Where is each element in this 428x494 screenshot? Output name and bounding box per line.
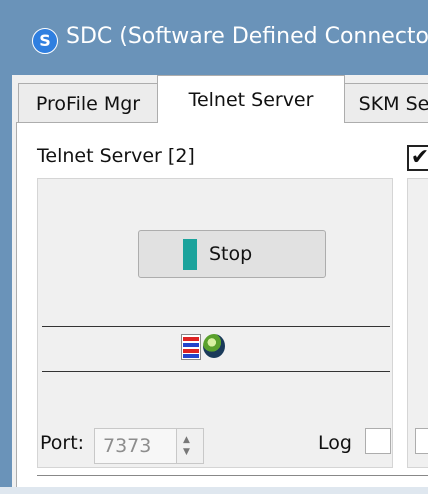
stop-button-label: Stop [209, 243, 253, 265]
secondary-group [407, 178, 428, 468]
divider-top [42, 326, 390, 327]
log-label: Log [318, 432, 352, 454]
telnet-server-group [37, 178, 393, 468]
enable-checkbox[interactable]: ✔ [407, 145, 428, 171]
title-bar[interactable]: S SDC (Software Defined Connector [0, 0, 428, 75]
spinner-down-icon[interactable]: ▼ [183, 447, 190, 457]
port-spinner[interactable]: ▲ ▼ [176, 429, 203, 463]
app-logo-icon: S [32, 28, 58, 54]
secondary-checkbox[interactable] [415, 428, 428, 454]
bottom-divider [37, 475, 428, 476]
network-flag-icon [181, 334, 201, 360]
tab-telnet-server[interactable]: Telnet Server [157, 75, 345, 123]
running-indicator-icon [183, 239, 197, 270]
tab-profile-mgr[interactable]: ProFile Mgr [18, 83, 158, 123]
window-title: SDC (Software Defined Connector [66, 24, 428, 49]
globe-icon [203, 334, 225, 358]
tab-skm-server[interactable]: SKM Se [344, 83, 428, 123]
divider-bottom [42, 371, 390, 372]
port-label: Port: [40, 432, 85, 454]
app-window: S SDC (Software Defined Connector ProFil… [0, 0, 428, 494]
window-frame-bottom [0, 487, 428, 494]
log-checkbox[interactable] [365, 428, 391, 454]
stop-button[interactable]: Stop [138, 230, 326, 278]
telnet-server-title: Telnet Server [2] [37, 145, 195, 167]
spinner-up-icon[interactable]: ▲ [183, 435, 190, 445]
window-frame-left [0, 75, 12, 494]
